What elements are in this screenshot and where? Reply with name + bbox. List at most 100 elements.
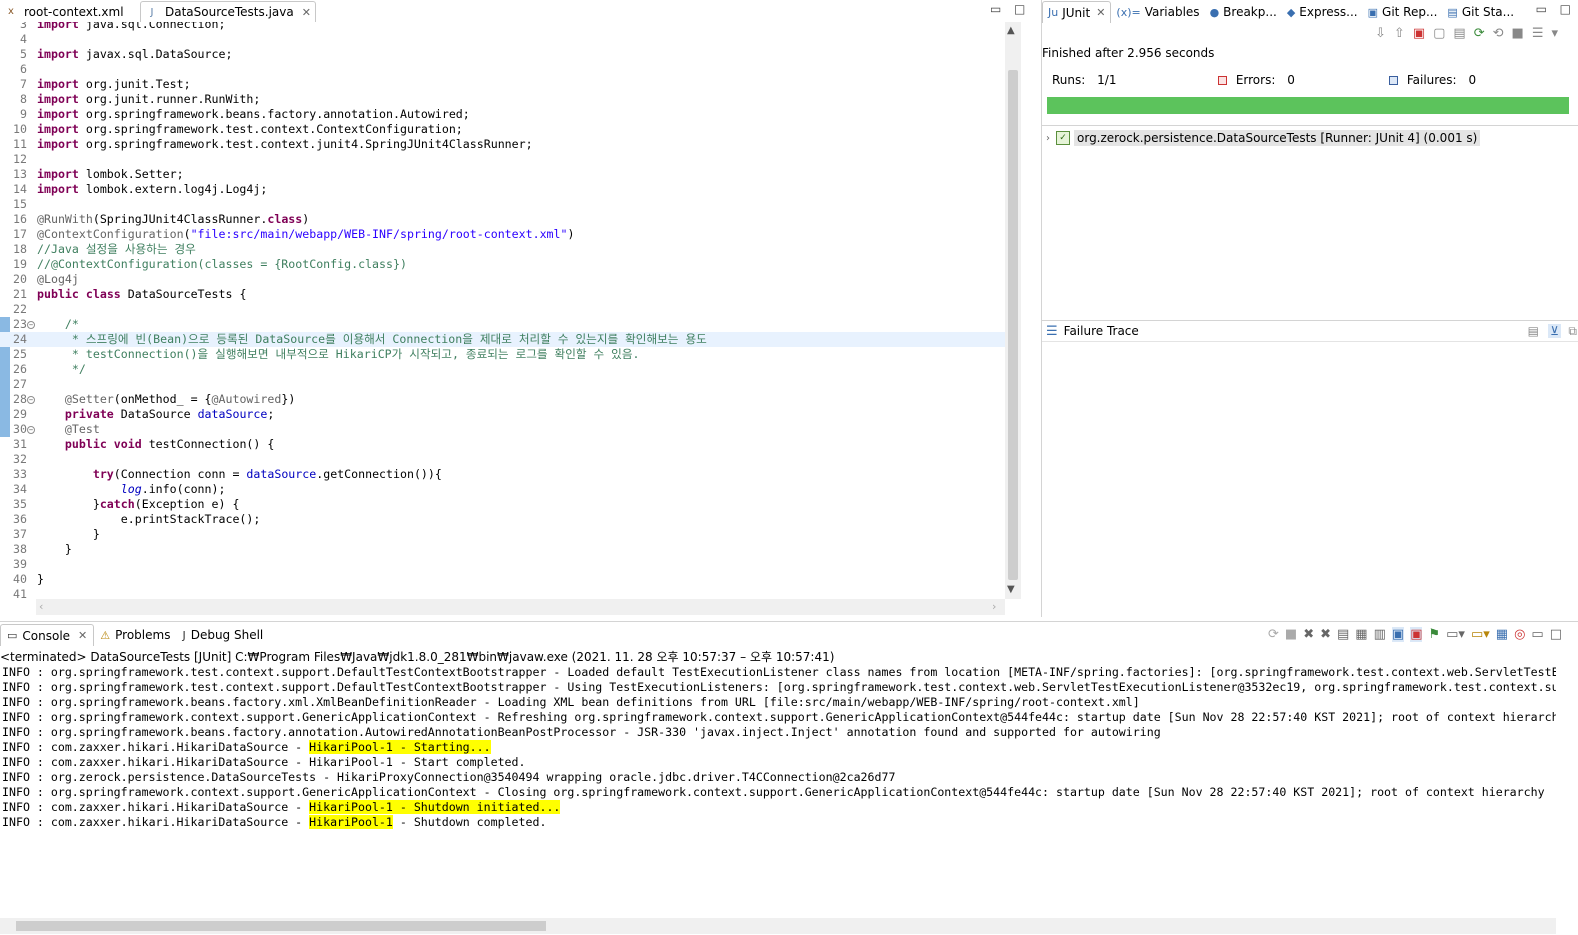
tab-problems[interactable]: ⚠ Problems: [94, 624, 176, 646]
maximize-icon[interactable]: □: [1550, 627, 1562, 642]
filter-stack-trace-icon[interactable]: ⊻: [1548, 324, 1561, 338]
code-line[interactable]: 24 * 스프링에 빈(Bean)으로 등록된 DataSource를 이용해서…: [0, 332, 1005, 347]
stop-icon[interactable]: ■: [1512, 26, 1524, 44]
code-line[interactable]: 22: [0, 302, 1005, 317]
code-line[interactable]: 33 try(Connection conn = dataSource.getC…: [0, 467, 1005, 482]
editor-horizontal-scrollbar[interactable]: ‹ ›: [36, 599, 1005, 615]
code-line[interactable]: 18 //Java 설정을 사용하는 경우: [0, 242, 1005, 257]
code-line[interactable]: 21 public class DataSourceTests {: [0, 287, 1005, 302]
minimize-icon[interactable]: ▭: [1531, 627, 1543, 642]
clear-console-icon[interactable]: ▤: [1337, 627, 1349, 642]
code-line[interactable]: 5 import javax.sql.DataSource;: [0, 47, 1005, 62]
previous-failure-icon[interactable]: ⇧: [1394, 26, 1405, 44]
code-line[interactable]: 36 e.printStackTrace();: [0, 512, 1005, 527]
scroll-lock-icon[interactable]: ▤: [1453, 26, 1465, 44]
scroll-right-icon[interactable]: ›: [992, 600, 996, 613]
fold-icon[interactable]: −: [27, 321, 35, 329]
minimize-icon[interactable]: ▭: [990, 2, 1001, 16]
fold-icon[interactable]: −: [27, 396, 35, 404]
rerun-test-icon[interactable]: ⟳: [1474, 26, 1485, 44]
code-line[interactable]: 4: [0, 32, 1005, 47]
code-line[interactable]: 38 }: [0, 542, 1005, 557]
code-line[interactable]: 12: [0, 152, 1005, 167]
test-tree-item[interactable]: › ✓ org.zerock.persistence.DataSourceTes…: [1046, 130, 1481, 146]
scroll-left-icon[interactable]: ‹: [39, 600, 43, 613]
tab-datasourcetests-java[interactable]: J DataSourceTests.java ✕: [140, 1, 316, 22]
code-line[interactable]: 14 import lombok.extern.log4j.Log4j;: [0, 182, 1005, 197]
display-selected-console-icon[interactable]: ▭▾: [1446, 627, 1465, 642]
close-icon[interactable]: ✕: [302, 6, 311, 19]
code-line[interactable]: 7 import org.junit.Test;: [0, 77, 1005, 92]
tab-root-context-xml[interactable]: x root-context.xml: [0, 1, 128, 22]
open-console-icon[interactable]: ▭▾: [1471, 627, 1490, 642]
show-failures-only-icon[interactable]: ▣: [1413, 26, 1425, 44]
console-output[interactable]: INFO : org.springframework.test.context.…: [0, 665, 1556, 915]
remove-launch-icon[interactable]: ✖: [1303, 627, 1314, 642]
terminate-icon[interactable]: ■: [1285, 627, 1297, 642]
maximize-icon[interactable]: □: [1014, 2, 1025, 16]
tab-expressions[interactable]: ◆ Express...: [1282, 1, 1363, 23]
compare-result-icon[interactable]: ▤: [1528, 324, 1539, 338]
tab-debug-shell[interactable]: J Debug Shell: [176, 624, 269, 646]
code-line[interactable]: 23− /*: [0, 317, 1005, 332]
minimize-icon[interactable]: ▭: [1536, 2, 1547, 16]
code-line[interactable]: 8 import org.junit.runner.RunWith;: [0, 92, 1005, 107]
tab-junit[interactable]: Ju JUnit ✕: [1042, 1, 1112, 23]
scrollbar-thumb[interactable]: [16, 921, 546, 931]
tab-git-repositories[interactable]: ▣ Git Rep...: [1363, 1, 1443, 23]
copy-trace-icon[interactable]: ⧉: [1568, 324, 1577, 339]
relaunch-icon[interactable]: ⟳: [1268, 627, 1279, 642]
code-line[interactable]: 31 public void testConnection() {: [0, 437, 1005, 452]
code-line[interactable]: 34 log.info(conn);: [0, 482, 1005, 497]
code-line[interactable]: 16 @RunWith(SpringJUnit4ClassRunner.class…: [0, 212, 1005, 227]
scroll-down-icon[interactable]: ▼: [1007, 584, 1015, 595]
show-console-stderr-icon[interactable]: ▣: [1410, 627, 1423, 642]
code-line[interactable]: 25 * testConnection()을 실행해보면 내부적으로 Hikar…: [0, 347, 1005, 362]
code-line[interactable]: 40}: [0, 572, 1005, 587]
code-line[interactable]: 37 }: [0, 527, 1005, 542]
fold-icon[interactable]: −: [27, 426, 35, 434]
code-line[interactable]: 32: [0, 452, 1005, 467]
code-line[interactable]: 17 @ContextConfiguration("file:src/main/w…: [0, 227, 1005, 242]
console-horizontal-scrollbar[interactable]: [0, 918, 1556, 934]
code-line[interactable]: 41: [0, 587, 1005, 599]
show-skipped-icon[interactable]: ▢: [1433, 26, 1445, 44]
code-line[interactable]: 28− @Setter(onMethod_ = {@Autowired}): [0, 392, 1005, 407]
java-icon[interactable]: ▦: [1496, 627, 1508, 642]
editor-vertical-scrollbar[interactable]: ▲ ▼: [1005, 22, 1021, 599]
show-console-stdout-icon[interactable]: ▣: [1391, 627, 1405, 642]
gradle-icon[interactable]: ◎: [1514, 627, 1525, 642]
rerun-failed-first-icon[interactable]: ⟲: [1493, 26, 1504, 44]
scroll-up-icon[interactable]: ▲: [1007, 25, 1015, 36]
test-run-history-icon[interactable]: ☰: [1532, 26, 1544, 44]
close-icon[interactable]: ✕: [1096, 6, 1105, 19]
code-line[interactable]: 6: [0, 62, 1005, 77]
maximize-icon[interactable]: □: [1560, 2, 1571, 16]
tab-git-staging[interactable]: ▤ Git Sta...: [1442, 1, 1519, 23]
remove-all-terminated-icon[interactable]: ✖: [1320, 627, 1331, 642]
tab-breakpoints[interactable]: ● Breakp...: [1205, 1, 1282, 23]
code-line[interactable]: 39: [0, 557, 1005, 572]
close-icon[interactable]: ✕: [78, 629, 87, 642]
code-line[interactable]: 10 import org.springframework.test.contex…: [0, 122, 1005, 137]
code-editor[interactable]: 3 import java.sql.Connection; 4 5 import jav…: [0, 22, 1020, 599]
code-line[interactable]: 20 @Log4j: [0, 272, 1005, 287]
scroll-lock-icon[interactable]: ▦: [1355, 627, 1367, 642]
console-vertical-scrollbar[interactable]: [1556, 665, 1578, 915]
scrollbar-thumb[interactable]: [1008, 70, 1018, 580]
view-menu-icon[interactable]: ▾: [1551, 26, 1558, 44]
word-wrap-icon[interactable]: ▥: [1374, 627, 1386, 642]
code-line[interactable]: 30− @Test: [0, 422, 1005, 437]
tab-variables[interactable]: (x)= Variables: [1111, 1, 1204, 23]
code-line[interactable]: 9 import org.springframework.beans.factor…: [0, 107, 1005, 122]
pin-console-icon[interactable]: ⚑: [1428, 627, 1440, 642]
chevron-right-icon[interactable]: ›: [1046, 133, 1050, 144]
code-line[interactable]: 27: [0, 377, 1005, 392]
code-line[interactable]: 35 }catch(Exception e) {: [0, 497, 1005, 512]
code-line[interactable]: 29 private DataSource dataSource;: [0, 407, 1005, 422]
code-line[interactable]: 26 */: [0, 362, 1005, 377]
code-line[interactable]: 19 //@ContextConfiguration(classes = {Roo…: [0, 257, 1005, 272]
code-line[interactable]: 3 import java.sql.Connection;: [0, 22, 1005, 32]
code-line[interactable]: 15: [0, 197, 1005, 212]
tab-console[interactable]: ▭ Console ✕: [0, 624, 95, 646]
